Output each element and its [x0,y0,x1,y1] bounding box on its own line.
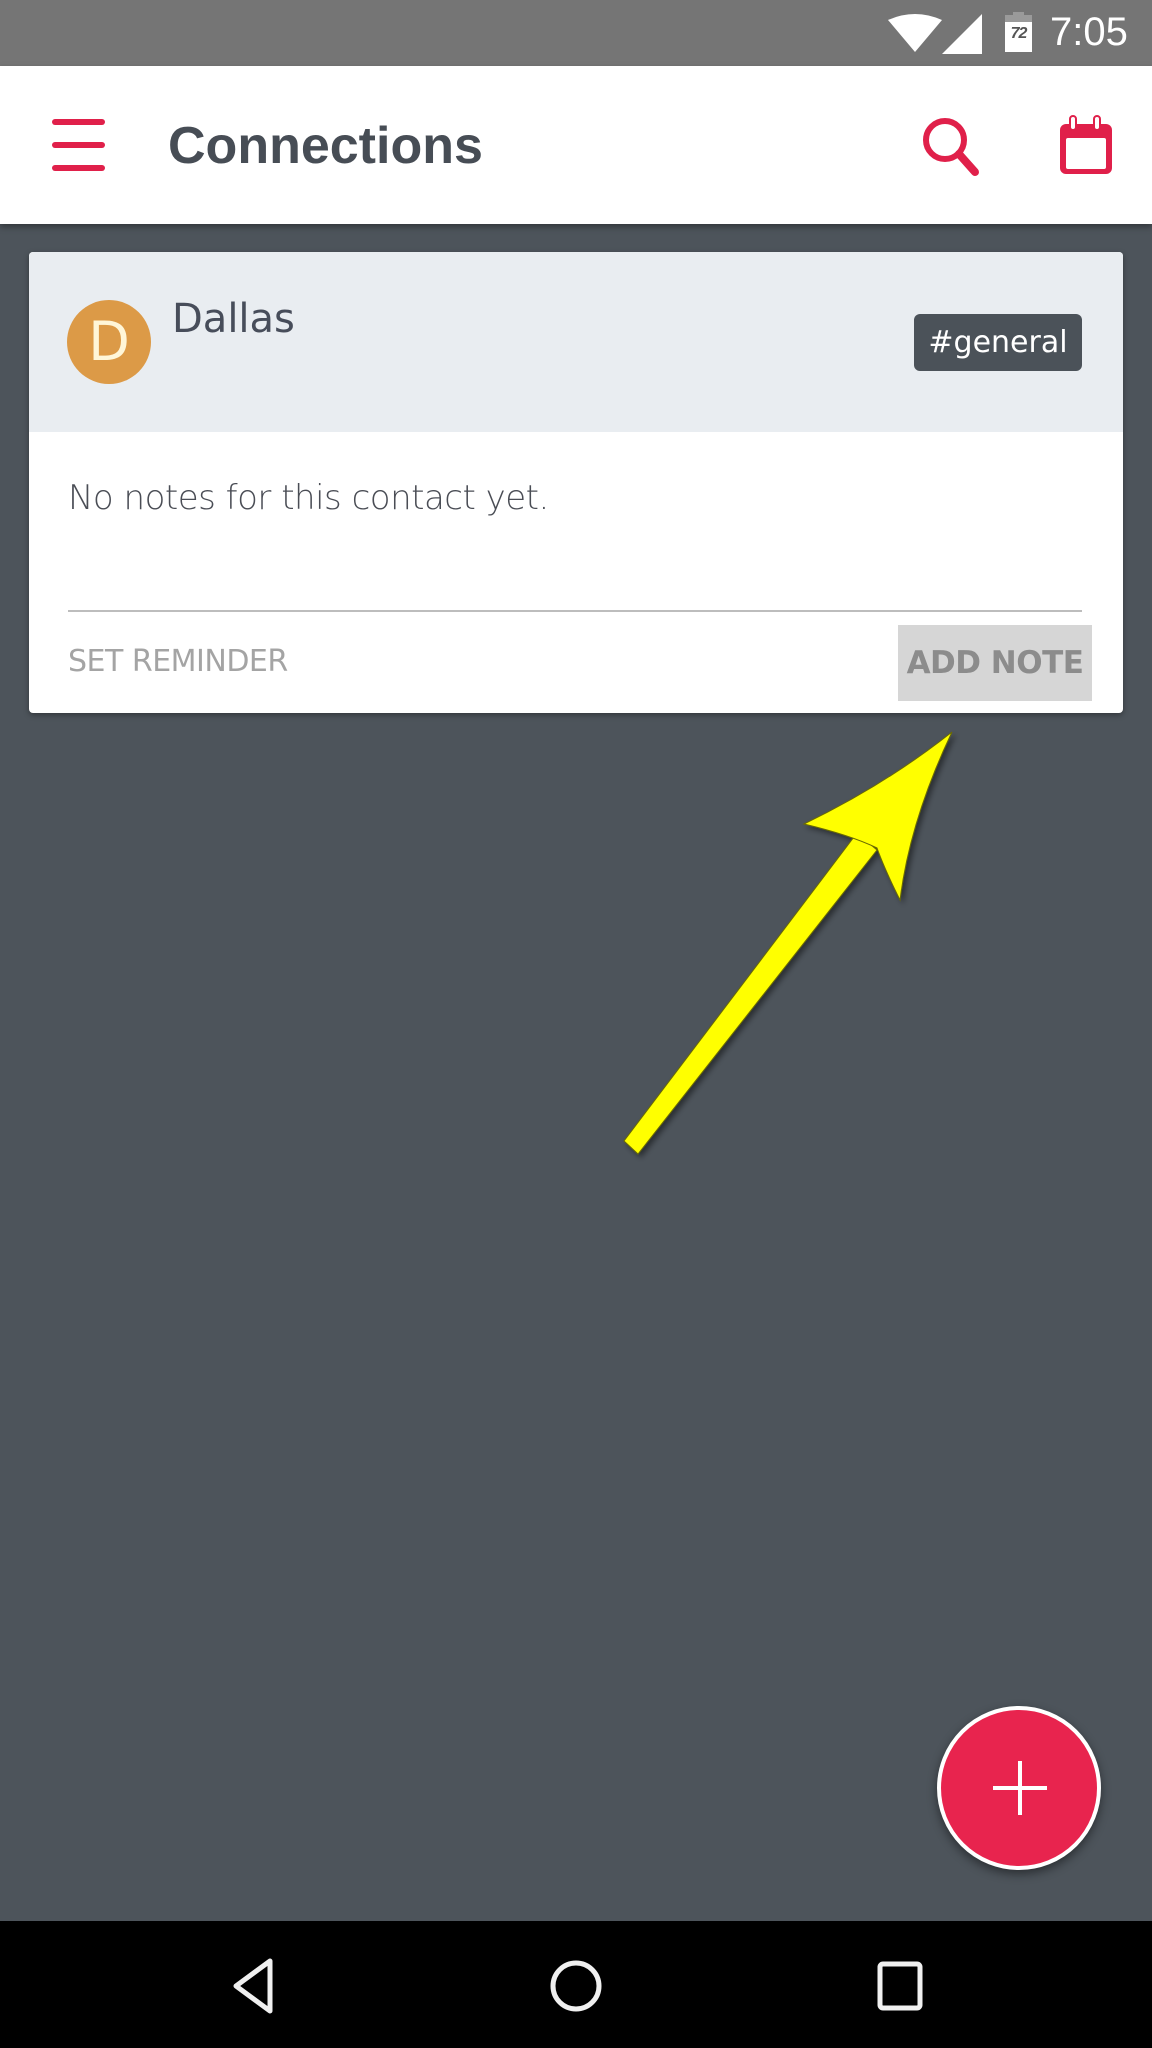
contact-card[interactable]: D Dallas #general No notes for this cont… [29,252,1123,713]
home-icon [550,1960,602,2012]
menu-button[interactable] [40,114,112,178]
status-time: 7:05 [1050,10,1128,54]
app-bar: Connections [0,66,1152,224]
battery-level: 72 [1010,25,1028,42]
page-title: Connections [168,117,483,175]
wifi-icon [888,14,942,52]
system-nav-bar [0,1921,1152,2048]
recents-button[interactable] [865,1951,935,2021]
status-bar: 72 7:05 [0,0,1152,66]
set-reminder-button[interactable]: SET REMINDER [68,644,288,679]
group-tag-badge[interactable]: #general [914,314,1082,371]
calendar-icon [1060,115,1112,174]
add-note-button[interactable]: ADD NOTE [898,625,1092,701]
cellular-signal-icon [942,14,982,54]
add-contact-fab[interactable] [937,1706,1101,1870]
notes-text: No notes for this contact yet. [68,478,549,518]
contact-card-header: D Dallas #general [29,252,1123,432]
avatar: D [67,300,151,384]
back-button[interactable] [218,1951,288,2021]
recents-icon [877,1961,923,2011]
battery-icon: 72 [1005,12,1032,52]
search-button[interactable] [915,112,985,182]
annotation-arrow-icon [623,731,953,1155]
divider [68,610,1082,612]
home-button[interactable] [541,1951,611,2021]
search-icon [923,118,979,176]
back-icon [233,1958,273,2014]
calendar-button[interactable] [1050,114,1120,180]
menu-icon [52,119,105,171]
contact-name: Dallas [172,296,295,342]
